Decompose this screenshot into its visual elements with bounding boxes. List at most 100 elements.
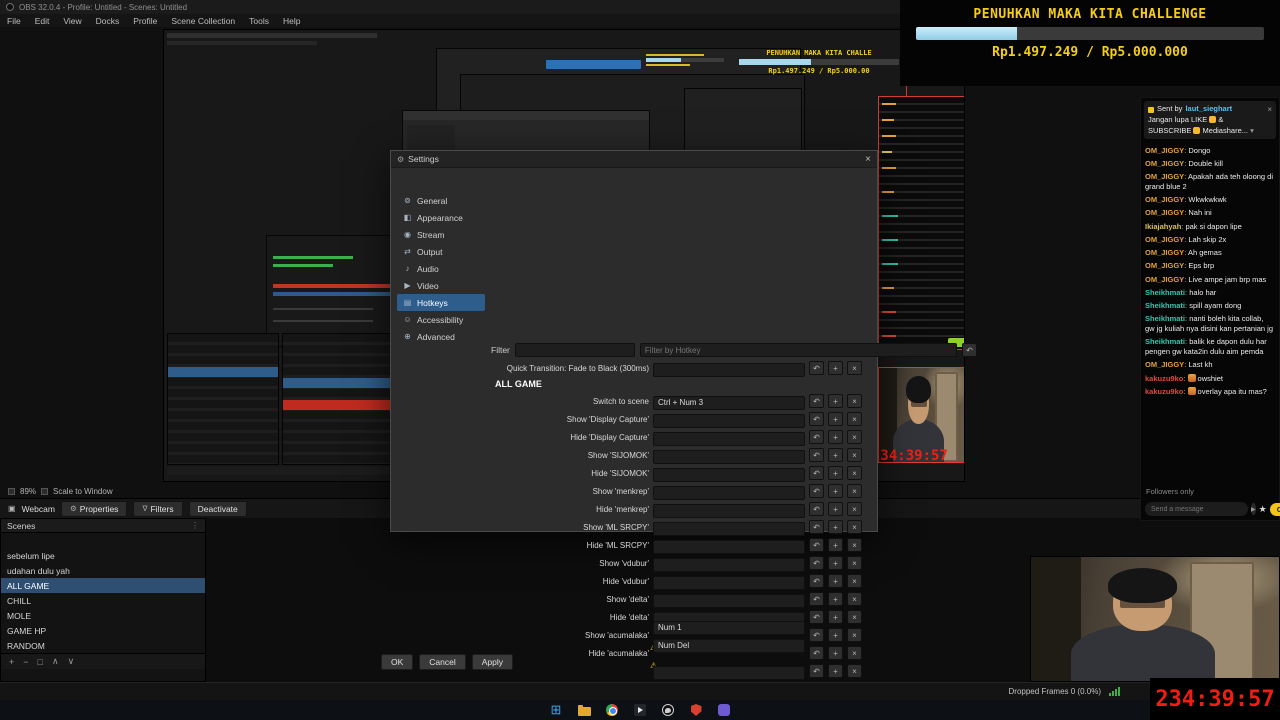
deactivate-button[interactable]: Deactivate <box>188 500 247 517</box>
menu-file[interactable]: File <box>0 16 28 26</box>
star-icon[interactable]: ★ <box>1259 504 1267 515</box>
menu-edit[interactable]: Edit <box>28 16 57 26</box>
settings-nav-audio[interactable]: ♪ Audio <box>397 260 485 277</box>
settings-nav-advanced[interactable]: ⊕ Advanced <box>397 328 485 345</box>
remove-hotkey-button[interactable] <box>847 484 862 498</box>
settings-nav-hotkeys[interactable]: ▤ Hotkeys <box>397 294 485 311</box>
chat-message-list[interactable]: OM_JIGGYDongo OM_JIGGYDouble kill OM_JIG… <box>1141 142 1279 485</box>
add-hotkey-button[interactable] <box>828 610 843 624</box>
remove-hotkey-button[interactable] <box>847 538 862 552</box>
zoom-checkbox[interactable] <box>8 487 15 495</box>
revert-hotkey-button[interactable] <box>809 628 824 642</box>
hotkey-input[interactable] <box>653 557 805 572</box>
revert-hotkey-button[interactable] <box>809 538 824 552</box>
hotkey-input[interactable] <box>653 521 805 536</box>
settings-nav-output[interactable]: ⇄ Output <box>397 243 485 260</box>
revert-hotkey-button[interactable] <box>809 448 824 462</box>
hotkey-input[interactable] <box>653 395 805 410</box>
revert-hotkey-button[interactable] <box>809 484 824 498</box>
remove-hotkey-button[interactable] <box>847 412 862 426</box>
properties-button[interactable]: ⚙ Properties <box>60 500 128 517</box>
revert-hotkey-button[interactable] <box>809 394 824 408</box>
hotkey-input[interactable] <box>653 539 805 554</box>
menu-scene-collection[interactable]: Scene Collection <box>164 16 242 26</box>
revert-hotkey-button[interactable] <box>809 466 824 480</box>
remove-hotkey-button[interactable] <box>847 520 862 534</box>
discord-icon[interactable] <box>717 703 731 717</box>
scenes-header[interactable]: Scenes ⋮ <box>1 519 205 533</box>
remove-hotkey-button[interactable] <box>847 448 862 462</box>
revert-hotkey-button[interactable] <box>809 610 824 624</box>
settings-nav-stream[interactable]: ◉ Stream <box>397 226 485 243</box>
revert-hotkey-button[interactable] <box>809 361 824 375</box>
chevron-down-icon[interactable]: ▾ <box>1250 126 1254 135</box>
start-button[interactable]: ⊞ <box>549 702 563 717</box>
security-app-icon[interactable] <box>689 703 703 717</box>
add-hotkey-button[interactable] <box>828 484 843 498</box>
settings-titlebar[interactable]: ⚙ Settings × <box>391 151 877 168</box>
hotkey-input[interactable] <box>653 449 805 464</box>
add-hotkey-button[interactable] <box>828 502 843 516</box>
hotkey-input[interactable] <box>653 575 805 590</box>
remove-hotkey-button[interactable] <box>847 430 862 444</box>
remove-hotkey-button[interactable] <box>847 361 862 375</box>
add-hotkey-button[interactable] <box>828 394 843 408</box>
scene-item[interactable]: RANDOM <box>1 638 205 653</box>
webcam-window[interactable] <box>1030 556 1280 682</box>
remove-hotkey-button[interactable] <box>847 574 862 588</box>
hotkey-filter-input[interactable] <box>639 343 957 357</box>
scene-item[interactable]: sebelum lipe <box>1 548 205 563</box>
move-scene-down-button[interactable]: ∨ <box>68 656 75 667</box>
apply-button[interactable]: Apply <box>471 654 514 670</box>
chat-input[interactable] <box>1145 502 1248 516</box>
add-hotkey-button[interactable] <box>828 574 843 588</box>
revert-hotkey-button[interactable] <box>809 574 824 588</box>
remove-scene-button[interactable]: − <box>23 657 28 667</box>
add-hotkey-button[interactable] <box>828 361 843 375</box>
add-hotkey-button[interactable] <box>828 556 843 570</box>
remove-hotkey-button[interactable] <box>847 466 862 480</box>
settings-nav-video[interactable]: ▶ Video <box>397 277 485 294</box>
hotkey-input[interactable] <box>653 503 805 518</box>
menu-view[interactable]: View <box>56 16 88 26</box>
add-hotkey-button[interactable] <box>828 430 843 444</box>
scene-item-selected[interactable]: ALL GAME <box>1 578 205 593</box>
add-hotkey-button[interactable] <box>828 412 843 426</box>
revert-hotkey-button[interactable] <box>809 592 824 606</box>
remove-hotkey-button[interactable] <box>847 610 862 624</box>
close-icon[interactable]: × <box>1267 104 1272 115</box>
add-hotkey-button[interactable] <box>828 592 843 606</box>
close-icon[interactable]: × <box>865 154 871 165</box>
dock-menu-icon[interactable]: ⋮ <box>191 521 199 530</box>
remove-hotkey-button[interactable] <box>847 394 862 408</box>
revert-hotkey-button[interactable] <box>809 430 824 444</box>
remove-hotkey-button[interactable] <box>847 628 862 642</box>
hotkey-input[interactable] <box>653 431 805 446</box>
scale-checkbox[interactable] <box>41 487 49 495</box>
remove-hotkey-button[interactable] <box>847 592 862 606</box>
settings-nav-general[interactable]: ⊚ General <box>397 192 485 209</box>
chat-send-button[interactable]: Chat <box>1269 502 1280 516</box>
hotkey-input[interactable] <box>653 485 805 500</box>
menu-docks[interactable]: Docks <box>89 16 127 26</box>
remove-hotkey-button[interactable] <box>847 556 862 570</box>
chrome-icon[interactable] <box>605 703 619 717</box>
scene-item[interactable]: MOLE <box>1 608 205 623</box>
menu-tools[interactable]: Tools <box>242 16 276 26</box>
hotkey-input[interactable] <box>653 362 805 377</box>
scene-item[interactable]: GAME HP <box>1 623 205 638</box>
add-hotkey-button[interactable] <box>828 466 843 480</box>
add-hotkey-button[interactable] <box>828 628 843 642</box>
ok-button[interactable]: OK <box>381 654 414 670</box>
obs-icon[interactable] <box>661 703 675 717</box>
revert-hotkey-button[interactable] <box>809 556 824 570</box>
settings-nav-appearance[interactable]: ◧ Appearance <box>397 209 485 226</box>
add-hotkey-button[interactable] <box>828 538 843 552</box>
title-bar[interactable]: OBS 32.0.4 - Profile: Untitled - Scenes:… <box>0 0 900 14</box>
hotkey-input[interactable] <box>653 593 805 608</box>
revert-hotkey-button[interactable] <box>809 412 824 426</box>
filters-button[interactable]: ∇ Filters <box>133 500 183 517</box>
hotkey-input[interactable] <box>653 620 805 635</box>
send-icon[interactable]: ▶ <box>1251 503 1256 515</box>
scene-filters-button[interactable]: □ <box>38 657 43 667</box>
